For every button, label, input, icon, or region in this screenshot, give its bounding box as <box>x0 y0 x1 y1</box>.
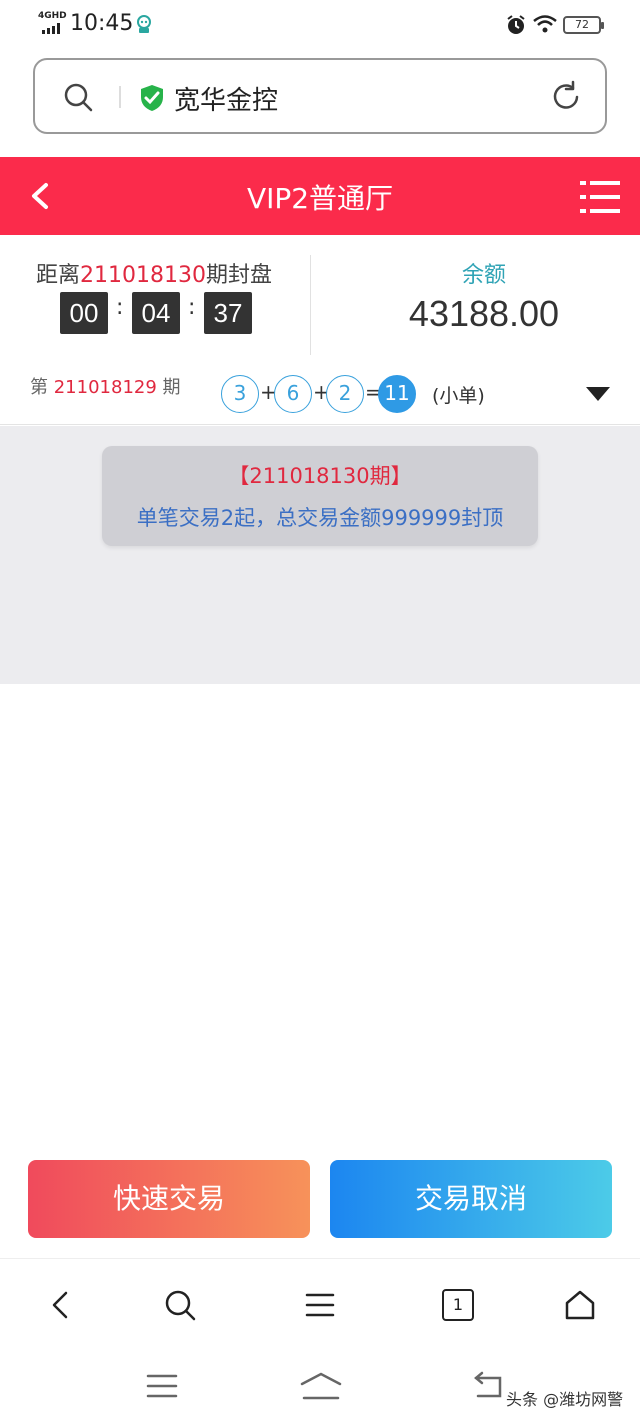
draw-result-type: (小单) <box>432 385 485 407</box>
timer-hours: 00 <box>60 292 108 334</box>
draw-number-ball: 3 <box>221 375 259 413</box>
quick-trade-button[interactable]: 快速交易 <box>28 1160 310 1238</box>
browser-menu-icon[interactable] <box>302 1287 338 1323</box>
timer-minutes: 04 <box>132 292 180 334</box>
balance-value: 43188.00 <box>408 293 560 334</box>
browser-search-icon[interactable] <box>162 1287 198 1323</box>
last-draw-prefix: 第 <box>30 377 48 398</box>
system-home-icon[interactable] <box>298 1370 344 1402</box>
balance-label: 余额 <box>461 263 506 288</box>
signal-icon <box>42 23 60 34</box>
dropdown-triangle-icon[interactable] <box>584 385 612 403</box>
system-menu-icon[interactable] <box>142 1370 182 1402</box>
browser-back-icon[interactable] <box>44 1287 80 1323</box>
wifi-icon <box>533 15 557 33</box>
timer-colon: : <box>188 295 196 320</box>
watermark: 头条 @潍坊网警 <box>506 1390 624 1409</box>
reload-icon[interactable] <box>549 80 583 114</box>
tabs-count-icon[interactable]: 1 <box>442 1289 474 1321</box>
draw-number-ball: 6 <box>274 375 312 413</box>
countdown-period: 211018130 <box>80 263 206 288</box>
menu-list-icon[interactable] <box>578 177 622 217</box>
draw-sum-ball: 11 <box>378 375 416 413</box>
last-draw-period: 211018129 <box>53 377 157 398</box>
app-header: VIP2普通厅 <box>0 157 640 235</box>
timer-colon: : <box>116 295 124 320</box>
status-bar: 4GHD 10:45 72 <box>0 0 640 50</box>
status-time: 10:45 <box>70 11 134 36</box>
notice-body: 单笔交易2起，总交易金额999999封顶 <box>136 506 504 530</box>
timer-seconds: 37 <box>204 292 252 334</box>
notice-area: 【211018130期】 单笔交易2起，总交易金额999999封顶 <box>0 426 640 684</box>
divider <box>310 255 311 355</box>
browser-toolbar: 1 <box>0 1258 640 1348</box>
browser-home-icon[interactable] <box>562 1287 598 1323</box>
battery-icon: 72 <box>563 16 604 34</box>
page-title: VIP2普通厅 <box>246 182 394 215</box>
address-bar[interactable]: 宽华金控 <box>33 58 607 134</box>
robot-icon <box>137 15 151 33</box>
address-divider <box>119 86 121 108</box>
search-icon[interactable] <box>61 80 95 114</box>
system-nav-bar: 头条 @潍坊网警 <box>0 1348 640 1422</box>
alarm-icon <box>507 15 525 34</box>
notice-title: 【211018130期】 <box>228 464 412 488</box>
draw-number-ball: 2 <box>326 375 364 413</box>
countdown-label: 距离211018130期封盘 <box>36 257 272 289</box>
network-indicator: 4GHD <box>38 11 67 21</box>
shield-icon <box>141 85 163 111</box>
draw-info-panel: 距离211018130期封盘 00 : 04 : 37 余额 43188.00 … <box>0 235 640 425</box>
notice-toast: 【211018130期】 单笔交易2起，总交易金额999999封顶 <box>102 446 538 546</box>
countdown-suffix: 期封盘 <box>206 263 273 288</box>
last-draw-suffix: 期 <box>162 377 181 398</box>
site-name[interactable]: 宽华金控 <box>174 80 278 117</box>
countdown-prefix: 距离 <box>36 263 81 288</box>
last-draw-label: 第 211018129 期 <box>30 373 181 399</box>
cancel-trade-button[interactable]: 交易取消 <box>330 1160 612 1238</box>
system-back-icon[interactable] <box>470 1370 510 1402</box>
